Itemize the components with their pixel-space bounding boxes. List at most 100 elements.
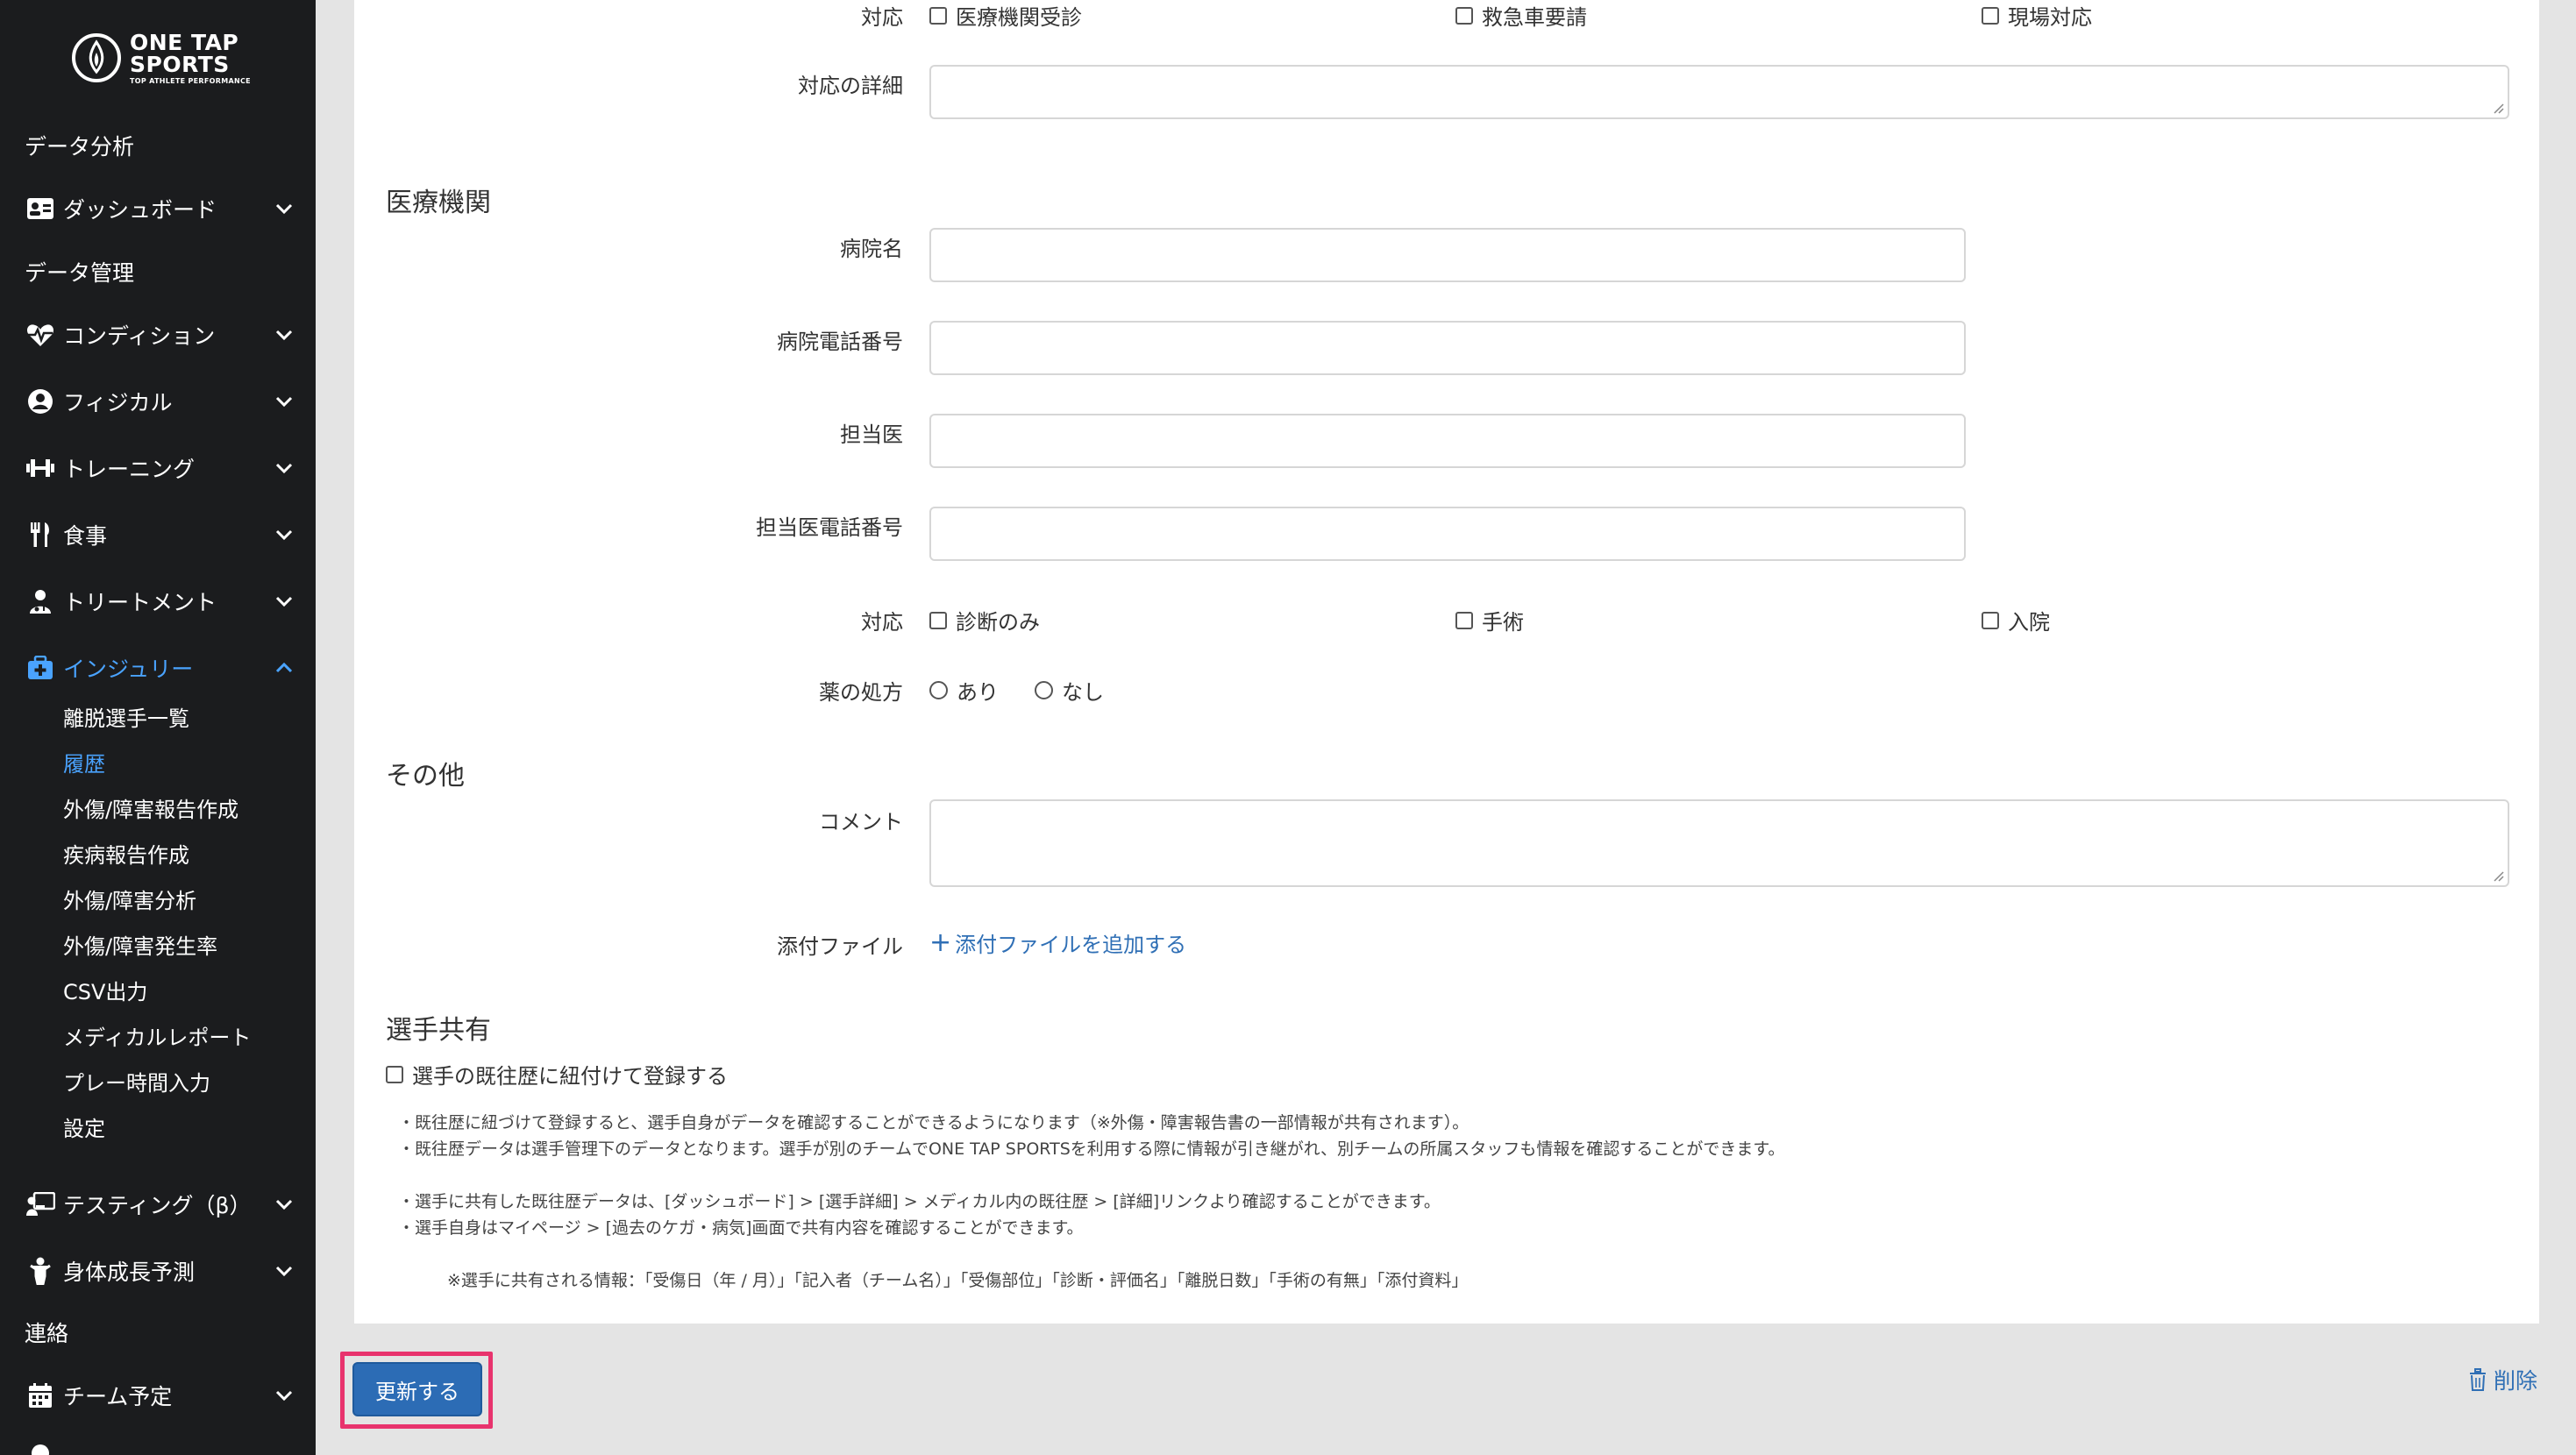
checkbox-onsite[interactable]: 現場対応	[1982, 0, 2092, 31]
update-button[interactable]: 更新する	[352, 1362, 482, 1416]
comment-label: コメント	[819, 810, 903, 834]
nav-section-management[interactable]: データ管理	[25, 256, 134, 287]
trash-icon	[2470, 1368, 2486, 1391]
checkbox-box[interactable]	[1982, 6, 1999, 25]
share-note-2: ・既往歴データは選手管理下のデータとなります。選手が別のチームでONE TAP …	[398, 1139, 1785, 1159]
sidebar-item-team-schedule[interactable]: チーム予定	[25, 1376, 296, 1415]
chevron-down-icon	[275, 463, 293, 474]
main-content: 対応 対応の詳細 病院名 病院電話番号 担当医 担当医電話番号 対応 薬の処方 …	[316, 0, 2576, 1455]
utensils-icon	[25, 519, 56, 550]
app-logo[interactable]: ONE TAP SPORTS TOP ATHLETE PERFORMANCE	[70, 30, 254, 86]
chevron-up-icon	[275, 662, 293, 673]
add-attachment-link[interactable]: + 添付ファイルを追加する	[929, 927, 1186, 958]
sidebar-item-label: テスティング（β）	[63, 1193, 252, 1218]
sidebar-sub-injury-analysis[interactable]: 外傷/障害分析	[63, 884, 196, 914]
radio-circle[interactable]	[929, 681, 948, 699]
sidebar-sub-medical-report[interactable]: メディカルレポート	[63, 1020, 251, 1051]
logo-line2: SPORTS	[130, 51, 230, 77]
chevron-down-icon	[275, 1390, 293, 1402]
heartbeat-icon	[25, 319, 56, 351]
share-note-1: ・既往歴に紐づけて登録すると、選手自身がデータを確認することができるようになりま…	[398, 1113, 1469, 1132]
attachment-label: 添付ファイル	[777, 934, 903, 959]
radio-prescription-yes[interactable]: あり	[929, 675, 999, 706]
sidebar-item-treatment[interactable]: トリートメント	[25, 582, 296, 621]
sidebar-item-label: コンディション	[63, 323, 216, 349]
medkit-icon	[25, 652, 56, 684]
nav-section-contact[interactable]: 連絡	[25, 1317, 68, 1348]
resize-grip-icon[interactable]	[2492, 102, 2504, 114]
checkbox-hospital-visit[interactable]: 医療機関受診	[929, 0, 1082, 31]
sidebar-sub-csv-export[interactable]: CSV出力	[63, 975, 147, 1005]
child-icon	[25, 1255, 56, 1287]
checkbox-box[interactable]	[1982, 611, 1999, 629]
section-title-other: その他	[386, 761, 465, 791]
sidebar-item-label: フィジカル	[63, 390, 173, 415]
resize-grip-icon[interactable]	[2492, 869, 2504, 882]
doctor-phone-label: 担当医電話番号	[756, 515, 903, 540]
share-note-4: ・選手自身はマイページ > [過去のケガ・病気]画面で共有内容を確認することがで…	[398, 1218, 1084, 1238]
chevron-down-icon	[275, 596, 293, 607]
sidebar-item-label: 食事	[63, 523, 108, 549]
checkbox-ambulance[interactable]: 救急車要請	[1455, 0, 1587, 31]
sidebar-sub-absent-players[interactable]: 離脱選手一覧	[63, 701, 189, 732]
chevron-down-icon	[275, 1199, 293, 1210]
id-card-icon	[25, 193, 56, 224]
chevron-down-icon	[275, 529, 293, 541]
share-note-5: ※選手に共有される情報：「受傷日（年 / 月）」「記入者（チーム名）」「受傷部位…	[447, 1271, 1469, 1290]
hospital-name-input[interactable]	[929, 228, 1966, 282]
sidebar-item-condition[interactable]: コンディション	[25, 316, 296, 354]
sidebar-sub-injury-report[interactable]: 外傷/障害報告作成	[63, 792, 238, 823]
sidebar-item-meal[interactable]: 食事	[25, 515, 296, 554]
section-title-medical: 医療機関	[386, 188, 491, 218]
sidebar-item-testing[interactable]: テスティング（β）	[25, 1185, 296, 1224]
response-label: 対応	[861, 5, 903, 30]
sidebar-item-physical[interactable]: フィジカル	[25, 382, 296, 421]
chevron-down-icon	[275, 1266, 293, 1277]
checkbox-link-history[interactable]: 選手の既往歴に紐付けて登録する	[386, 1059, 728, 1089]
delete-link[interactable]: 削除	[2467, 1364, 2537, 1395]
sidebar-item-label: トレーニング	[63, 457, 196, 482]
checkbox-hospitalization[interactable]: 入院	[1982, 605, 2050, 635]
checkbox-diagnosis-only[interactable]: 診断のみ	[929, 605, 1040, 635]
chevron-down-icon	[275, 330, 293, 341]
checkbox-surgery[interactable]: 手術	[1455, 605, 1524, 635]
user-circle-icon	[25, 386, 56, 417]
dumbbell-icon	[25, 452, 56, 484]
sidebar-item-dashboard[interactable]: ダッシュボード	[25, 189, 296, 228]
doctor-input[interactable]	[929, 414, 1966, 468]
logo-tagline: TOP ATHLETE PERFORMANCE	[130, 76, 251, 85]
comment-textarea[interactable]	[929, 799, 2509, 887]
plus-icon: +	[929, 926, 952, 958]
sidebar-item-injury[interactable]: インジュリー	[25, 649, 296, 687]
sidebar-item-growth[interactable]: 身体成長予測	[25, 1252, 296, 1290]
logo-mark-icon	[72, 33, 121, 82]
checkbox-box[interactable]	[929, 611, 947, 629]
checkbox-box[interactable]	[929, 6, 947, 25]
sidebar-item-label: ダッシュボード	[63, 197, 217, 223]
checkbox-box[interactable]	[1455, 611, 1473, 629]
share-note-3: ・選手に共有した既往歴データは、[ダッシュボード] > [選手詳細] > メディ…	[398, 1192, 1441, 1211]
medical-response-label: 対応	[861, 610, 903, 635]
sidebar-item-label: トリートメント	[63, 590, 217, 615]
chalkboard-teacher-icon	[25, 1189, 56, 1220]
response-detail-textarea[interactable]	[929, 65, 2509, 119]
partial-nav-icon	[32, 1444, 49, 1455]
section-title-share: 選手共有	[386, 1015, 491, 1046]
sidebar-sub-settings[interactable]: 設定	[63, 1111, 105, 1142]
radio-circle[interactable]	[1035, 681, 1053, 699]
checkbox-box[interactable]	[1455, 6, 1473, 25]
sidebar-item-training[interactable]: トレーニング	[25, 449, 296, 487]
sidebar-sub-illness-report[interactable]: 疾病報告作成	[63, 838, 189, 869]
sidebar-sub-history[interactable]: 履歴	[63, 747, 105, 777]
hospital-phone-input[interactable]	[929, 321, 1966, 375]
radio-prescription-no[interactable]: なし	[1035, 675, 1104, 706]
prescription-label: 薬の処方	[819, 680, 903, 705]
chevron-down-icon	[275, 396, 293, 408]
doctor-phone-input[interactable]	[929, 507, 1966, 561]
checkbox-box[interactable]	[386, 1065, 403, 1083]
sidebar-sub-injury-rate[interactable]: 外傷/障害発生率	[63, 929, 217, 960]
sidebar-sub-play-time[interactable]: プレー時間入力	[63, 1066, 210, 1097]
hospital-name-label: 病院名	[840, 237, 903, 261]
nav-section-analysis[interactable]: データ分析	[25, 130, 134, 161]
hospital-phone-label: 病院電話番号	[777, 330, 903, 354]
